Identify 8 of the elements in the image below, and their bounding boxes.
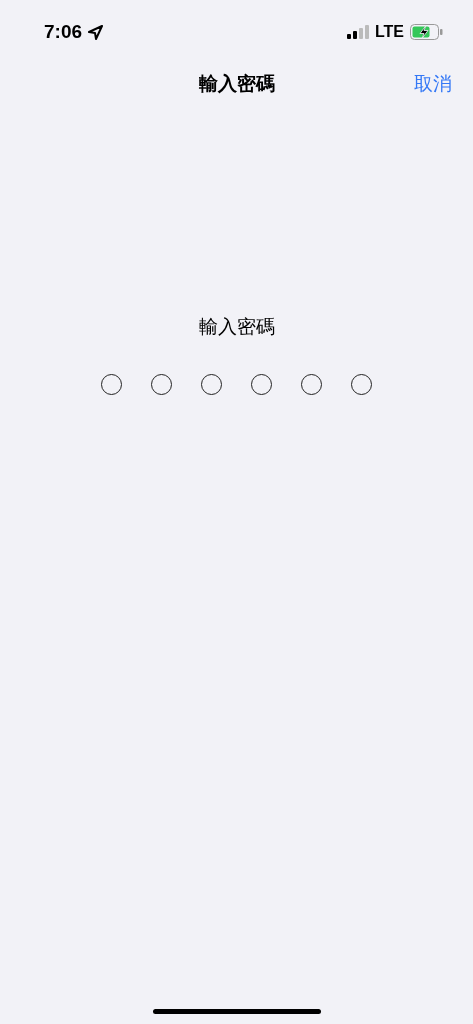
time: 7:06 bbox=[44, 21, 83, 43]
charging-battery-icon bbox=[410, 24, 443, 40]
network-label: LTE bbox=[374, 23, 404, 41]
passcode-prompt: 輸入密碼 bbox=[198, 315, 275, 339]
cancel-button[interactable]: 取消 bbox=[414, 71, 452, 97]
signal-icon bbox=[346, 25, 369, 39]
nav-title: 輸入密碼 bbox=[198, 72, 275, 96]
location-arrow-icon bbox=[88, 24, 104, 40]
